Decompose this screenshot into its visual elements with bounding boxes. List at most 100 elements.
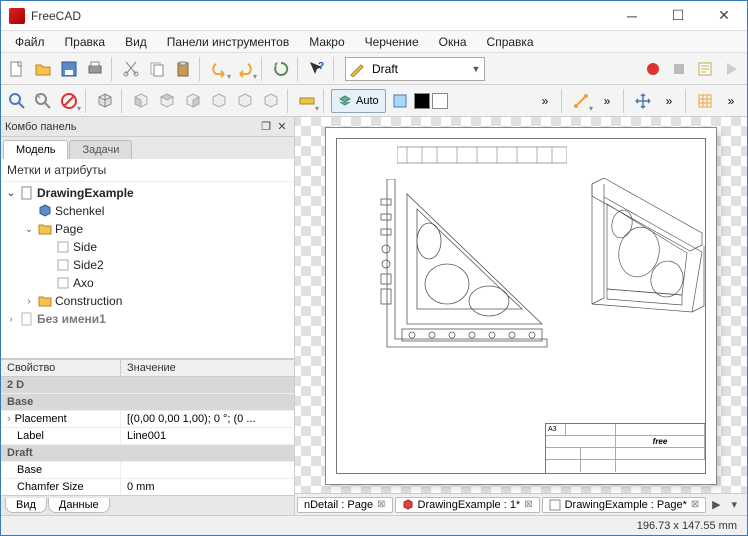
macro-record-button[interactable] <box>641 57 665 81</box>
property-row[interactable]: LabelLine001 <box>1 428 294 445</box>
menu-edit[interactable]: Правка <box>55 33 116 51</box>
status-coordinates: 196.73 x 147.55 mm <box>637 520 737 532</box>
chevron-down-icon: ▼ <box>468 64 484 74</box>
undo-button[interactable]: ▾ <box>207 57 231 81</box>
title-block: A3 free <box>545 423 705 473</box>
redo-button[interactable]: ▾ <box>233 57 257 81</box>
line-button[interactable]: ▾ <box>569 89 593 113</box>
color-swatch-white[interactable] <box>432 93 448 109</box>
draw-style-button[interactable]: ▾ <box>57 89 81 113</box>
save-button[interactable] <box>57 57 81 81</box>
menu-drawing[interactable]: Черчение <box>355 33 429 51</box>
menu-view[interactable]: Вид <box>115 33 157 51</box>
menu-windows[interactable]: Окна <box>429 33 477 51</box>
prop-tab-view[interactable]: Вид <box>5 498 47 513</box>
auto-group-button[interactable]: Auto <box>331 89 386 113</box>
cut-button[interactable] <box>119 57 143 81</box>
construction-mode-button[interactable] <box>388 89 412 113</box>
property-grid: Свойство Значение 2 DBase›Placement[(0,0… <box>1 358 294 495</box>
close-button[interactable]: ✕ <box>701 1 747 31</box>
drawing-viewport[interactable]: A3 free nDetail : Page⊠ DrawingExample :… <box>295 117 747 515</box>
view-iso-button[interactable] <box>93 89 117 113</box>
window-title: FreeCAD <box>31 9 609 23</box>
tab-tasks[interactable]: Задачи <box>69 140 132 159</box>
property-row[interactable]: Base <box>1 462 294 479</box>
macro-stop-button[interactable] <box>667 57 691 81</box>
tree-item[interactable]: ⌄DrawingExample <box>1 184 294 202</box>
toolbar-overflow-3[interactable]: » <box>657 89 681 113</box>
prop-col-name: Свойство <box>1 360 121 376</box>
sheet-size: A3 <box>546 424 566 435</box>
view-top-button[interactable] <box>155 89 179 113</box>
auto-label: Auto <box>356 95 379 107</box>
menu-help[interactable]: Справка <box>477 33 544 51</box>
grid-snap-button[interactable] <box>693 89 717 113</box>
status-bar: 196.73 x 147.55 mm <box>1 515 747 535</box>
menu-bar: Файл Правка Вид Панели инструментов Макр… <box>1 31 747 53</box>
menu-macro[interactable]: Макро <box>299 33 354 51</box>
toolbar-overflow-2[interactable]: » <box>595 89 619 113</box>
property-row[interactable]: ›Placement[(0,00 0,00 1,00); 0 °; (0 ... <box>1 411 294 428</box>
menu-toolbars[interactable]: Панели инструментов <box>157 33 299 51</box>
zoom-fit-button[interactable] <box>5 89 29 113</box>
close-icon[interactable]: ⊠ <box>377 499 385 510</box>
copy-button[interactable] <box>145 57 169 81</box>
panel-close-button[interactable]: ✕ <box>274 119 290 135</box>
tab-scroll-right[interactable]: ▶ <box>708 498 724 511</box>
maximize-button[interactable]: ☐ <box>655 1 701 31</box>
close-icon[interactable]: ⊠ <box>691 499 699 510</box>
view-rear-button[interactable] <box>207 89 231 113</box>
property-row[interactable]: Chamfer Size0 mm <box>1 479 294 495</box>
document-tabs: nDetail : Page⊠ DrawingExample : 1*⊠ Dra… <box>295 493 747 515</box>
tree-item[interactable]: ›Без имени1 <box>1 310 294 328</box>
svg-text:?: ? <box>318 61 324 72</box>
view-right-button[interactable] <box>181 89 205 113</box>
measure-button[interactable]: ▾ <box>295 89 319 113</box>
drawing-sheet: A3 free <box>325 127 717 485</box>
page-icon <box>549 499 561 511</box>
draft-icon <box>346 61 368 77</box>
print-button[interactable] <box>83 57 107 81</box>
combo-panel-title: Комбо панель <box>5 121 77 133</box>
menu-file[interactable]: Файл <box>5 33 55 51</box>
app-logo-icon <box>9 8 25 24</box>
cube-icon <box>402 499 414 511</box>
tree-item[interactable]: Side <box>1 238 294 256</box>
toolbar-overflow-1[interactable]: » <box>533 89 557 113</box>
panel-float-button[interactable]: ❐ <box>258 119 274 135</box>
model-tree[interactable]: ⌄DrawingExampleSchenkel⌄PageSideSide2Axo… <box>1 182 294 358</box>
zoom-select-button[interactable] <box>31 89 55 113</box>
tree-item[interactable]: Schenkel <box>1 202 294 220</box>
new-button[interactable] <box>5 57 29 81</box>
layer-icon <box>338 94 352 108</box>
tree-item[interactable]: Axo <box>1 274 294 292</box>
prop-col-value: Значение <box>121 360 182 376</box>
close-icon[interactable]: ⊠ <box>524 499 532 510</box>
view-left-button[interactable] <box>259 89 283 113</box>
tree-item[interactable]: ⌄Page <box>1 220 294 238</box>
minimize-button[interactable]: ─ <box>609 1 655 31</box>
macro-edit-button[interactable] <box>693 57 717 81</box>
workbench-selector[interactable]: Draft ▼ <box>345 57 485 81</box>
tab-list-button[interactable]: ▾ <box>726 498 742 511</box>
doc-tab-0[interactable]: nDetail : Page⊠ <box>297 497 393 513</box>
macro-play-button[interactable] <box>719 57 743 81</box>
workbench-label: Draft <box>368 62 468 76</box>
toolbar-overflow-4[interactable]: » <box>719 89 743 113</box>
view-bottom-button[interactable] <box>233 89 257 113</box>
tree-item[interactable]: ›Construction <box>1 292 294 310</box>
tab-model[interactable]: Модель <box>3 140 68 159</box>
doc-tab-2[interactable]: DrawingExample : Page*⊠ <box>542 497 707 513</box>
color-swatch-black[interactable] <box>414 93 430 109</box>
tree-item[interactable]: Side2 <box>1 256 294 274</box>
doc-tab-1[interactable]: DrawingExample : 1*⊠ <box>395 497 540 513</box>
refresh-button[interactable] <box>269 57 293 81</box>
whats-this-button[interactable]: ? <box>305 57 329 81</box>
toolbar-view: ▾ ▾ Auto » ▾ » » » <box>1 85 747 117</box>
paste-button[interactable] <box>171 57 195 81</box>
move-button[interactable] <box>631 89 655 113</box>
tree-header: Метки и атрибуты <box>1 159 294 182</box>
prop-tab-data[interactable]: Данные <box>48 498 110 513</box>
view-front-button[interactable] <box>129 89 153 113</box>
open-button[interactable] <box>31 57 55 81</box>
